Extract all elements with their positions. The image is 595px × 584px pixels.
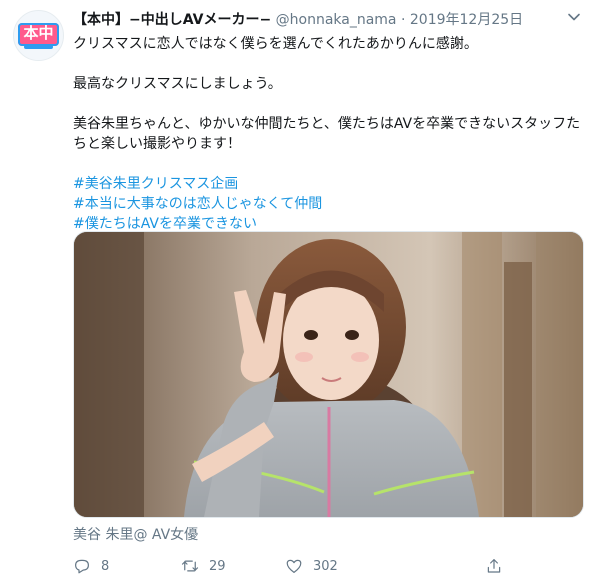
tweet-actions: 8 29 302 (73, 556, 513, 576)
user-handle[interactable]: @honnaka_nama (276, 12, 397, 28)
avatar-logo-text: 本中 (18, 23, 59, 46)
share-button[interactable] (485, 556, 503, 576)
reply-count: 8 (101, 558, 110, 574)
like-button[interactable]: 302 (285, 556, 338, 576)
photo-image (74, 232, 583, 517)
share-icon (487, 559, 501, 573)
hashtag-link[interactable]: #本当に大事なのは恋人じゃなくて仲間 (73, 194, 583, 214)
retweet-count: 29 (209, 558, 226, 574)
media-caption[interactable]: 美谷 朱里@ AV女優 (73, 525, 198, 545)
tweet-header: 【本中】−中出しAVメーカー− @honnaka_nama · 2019年12月… (73, 10, 565, 30)
avatar[interactable]: 本中 (13, 10, 64, 61)
avatar-logo-stripe (24, 45, 53, 49)
tweet-line-1: クリスマスに恋人ではなく僕らを選んでくれたあかりんに感謝。 (73, 36, 478, 52)
reply-button[interactable]: 8 (73, 556, 109, 576)
chevron-down-icon[interactable] (567, 10, 581, 24)
header-separator: · (400, 12, 406, 28)
retweet-icon (181, 560, 199, 572)
retweet-button[interactable]: 29 (181, 556, 226, 576)
like-count: 302 (313, 558, 338, 574)
heart-icon (286, 559, 302, 573)
tweet-line-2: 最高なクリスマスにしましょう。 (73, 76, 282, 92)
tweet-photo[interactable] (73, 231, 584, 518)
reply-icon (75, 559, 89, 574)
tweet-text: クリスマスに恋人ではなく僕らを選んでくれたあかりんに感謝。 最高なクリスマスにし… (73, 34, 583, 234)
tweet-line-3: 美谷朱里ちゃんと、ゆかいな仲間たちと、僕たちはAVを卒業できないスタッフたちと楽… (73, 116, 581, 152)
tweet-date[interactable]: 2019年12月25日 (410, 12, 523, 28)
display-name[interactable]: 【本中】−中出しAVメーカー− (73, 12, 271, 28)
hashtag-link[interactable]: #美谷朱里クリスマス企画 (73, 174, 583, 194)
